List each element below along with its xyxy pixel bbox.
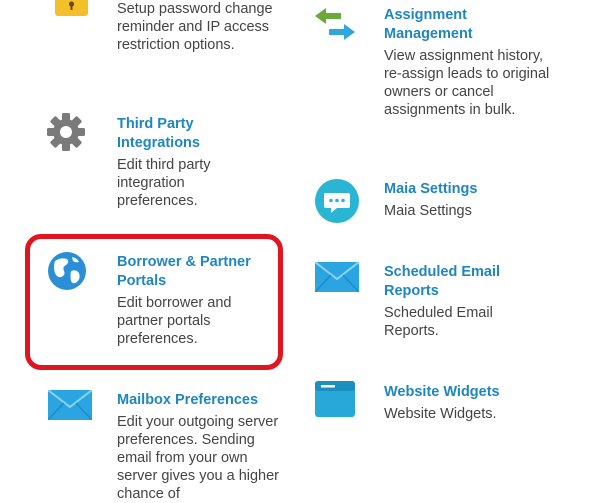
envelope-icon — [47, 389, 93, 421]
mailbox-title[interactable]: Mailbox Preferences — [117, 391, 287, 410]
assignment-description: View assignment history, re-assign leads… — [384, 48, 550, 118]
security-description: Setup password change reminder and IP ac… — [117, 1, 273, 53]
widget-icon — [315, 381, 355, 417]
borrower-portals-description: Edit borrower and partner portals prefer… — [117, 295, 232, 347]
assignment-title[interactable]: Assignment Management — [384, 6, 524, 44]
scheduled-reports-title[interactable]: Scheduled Email Reports — [384, 263, 524, 301]
maia-description: Maia Settings — [384, 203, 472, 219]
website-widgets-title[interactable]: Website Widgets — [384, 383, 534, 402]
third-party-title[interactable]: Third Party Integrations — [117, 115, 237, 153]
mailbox-description: Edit your outgoing server preferences. S… — [117, 414, 279, 502]
chat-icon — [315, 179, 359, 223]
envelope-icon — [314, 261, 360, 293]
website-widgets-description: Website Widgets. — [384, 406, 497, 422]
globe-icon — [47, 251, 87, 291]
scheduled-reports-description: Scheduled Email Reports. — [384, 305, 493, 339]
borrower-portals-title[interactable]: Borrower & Partner Portals — [117, 253, 267, 291]
arrows-icon — [315, 8, 355, 40]
third-party-description: Edit third party integration preferences… — [117, 157, 211, 209]
lock-icon — [55, 0, 88, 18]
maia-title[interactable]: Maia Settings — [384, 180, 524, 199]
gear-icon — [46, 112, 86, 152]
